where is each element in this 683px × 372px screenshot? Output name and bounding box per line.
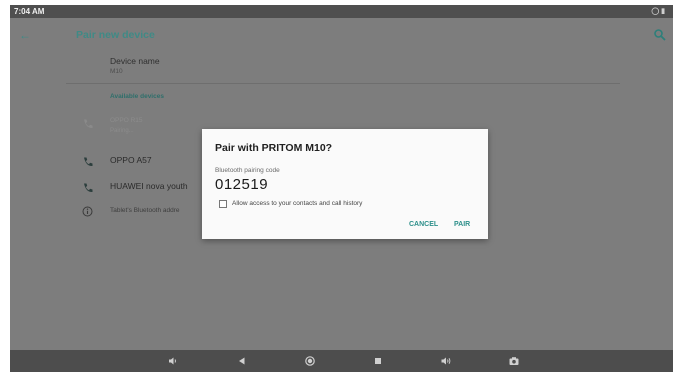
status-bar: 7:04 AM ◯▮ — [10, 5, 673, 18]
info-text: Tablet's Bluetooth addre — [110, 207, 180, 214]
camera-icon[interactable] — [508, 355, 520, 367]
divider — [66, 83, 620, 84]
pairing-code-label: Bluetooth pairing code — [215, 167, 280, 174]
volume-up-icon[interactable] — [440, 355, 452, 367]
contacts-access-checkbox[interactable] — [219, 200, 227, 208]
available-devices-header: Available devices — [110, 93, 164, 100]
phone-icon — [84, 183, 93, 193]
pair-dialog: Pair with PRITOM M10? Bluetooth pairing … — [202, 129, 488, 239]
phone-icon — [84, 119, 93, 129]
status-icons: ◯▮ — [651, 8, 667, 15]
pair-button[interactable]: PAIR — [454, 221, 470, 228]
app-bar: ← Pair new device — [10, 18, 673, 56]
recents-icon[interactable] — [372, 355, 384, 367]
back-arrow-icon[interactable]: ← — [19, 28, 33, 42]
home-icon[interactable] — [304, 355, 316, 367]
cancel-button[interactable]: CANCEL — [409, 221, 438, 228]
back-icon[interactable] — [236, 355, 248, 367]
dialog-title: Pair with PRITOM M10? — [215, 142, 333, 154]
page-title: Pair new device — [76, 29, 155, 41]
navigation-bar — [10, 350, 673, 372]
tablet-screen: 7:04 AM ◯▮ ← Pair new device Device name… — [10, 5, 673, 372]
volume-down-icon[interactable] — [167, 355, 179, 367]
phone-icon — [84, 157, 93, 167]
status-time: 7:04 AM — [14, 7, 45, 16]
device-title: OPPO A57 — [110, 155, 152, 165]
device-title: OPPO R15 — [110, 117, 143, 124]
pairing-code: 012519 — [215, 176, 269, 193]
info-icon — [82, 206, 93, 217]
device-name-value: M10 — [110, 68, 123, 75]
search-icon[interactable] — [653, 28, 667, 42]
device-subtitle: Pairing... — [110, 128, 134, 134]
device-title: HUAWEI nova youth — [110, 181, 188, 191]
contacts-access-label[interactable]: Allow access to your contacts and call h… — [232, 200, 362, 207]
device-name-label[interactable]: Device name — [110, 56, 160, 66]
